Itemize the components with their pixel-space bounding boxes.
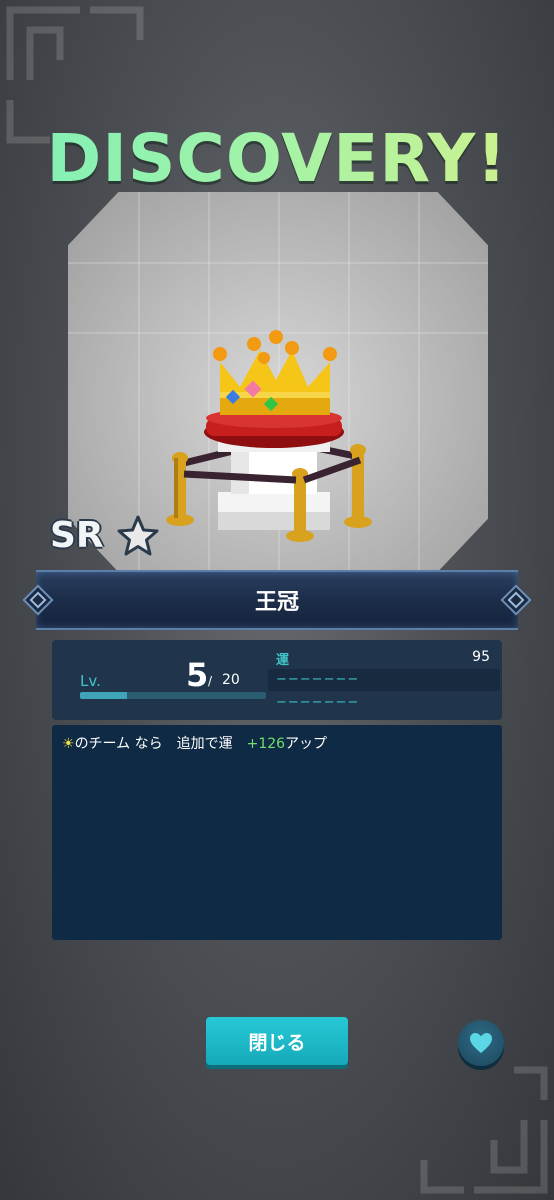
banner-ornament-icon bbox=[22, 584, 54, 616]
item-name-banner: 王冠 bbox=[22, 570, 532, 630]
item-stats-panel: Lv. 5 / 20 運 95 −−−−−−− −−−−−−− bbox=[52, 640, 502, 720]
stat-row-empty: −−−−−−− bbox=[268, 692, 500, 714]
description-suffix: アップ bbox=[285, 736, 328, 752]
rarity-label: SR bbox=[50, 515, 104, 556]
stat-placeholder: −−−−−−− bbox=[276, 672, 360, 687]
level-max: 20 bbox=[222, 672, 240, 688]
level-current: 5 bbox=[186, 656, 209, 694]
level-label: Lv. bbox=[80, 672, 101, 690]
close-button[interactable]: 閉じる bbox=[206, 1017, 348, 1065]
banner-ornament-icon bbox=[500, 584, 532, 616]
star-icon bbox=[117, 515, 159, 556]
stat-row-empty: −−−−−−− bbox=[268, 669, 500, 691]
stat-label: 運 bbox=[276, 653, 290, 668]
favorite-button[interactable] bbox=[458, 1020, 504, 1066]
corner-pattern-decoration bbox=[420, 1066, 548, 1194]
level-separator: / bbox=[208, 674, 213, 688]
description-line: ☀のチーム なら 追加で運 +126アップ bbox=[62, 733, 327, 753]
heart-icon bbox=[470, 1033, 492, 1053]
level-progress-fill bbox=[80, 692, 127, 699]
item-description-box: ☀のチーム なら 追加で運 +126アップ bbox=[52, 725, 502, 940]
level-progress-bar bbox=[80, 692, 266, 699]
stat-value: 95 bbox=[472, 649, 490, 665]
item-name: 王冠 bbox=[254, 590, 299, 615]
stat-row-luck: 運 95 bbox=[268, 646, 500, 668]
description-text: のチーム なら 追加で運 bbox=[74, 736, 247, 752]
stat-placeholder: −−−−−−− bbox=[276, 695, 360, 710]
discovery-title: DISCOVERY! bbox=[0, 120, 554, 197]
bonus-value: +126 bbox=[246, 736, 286, 752]
sun-icon: ☀ bbox=[62, 736, 75, 752]
